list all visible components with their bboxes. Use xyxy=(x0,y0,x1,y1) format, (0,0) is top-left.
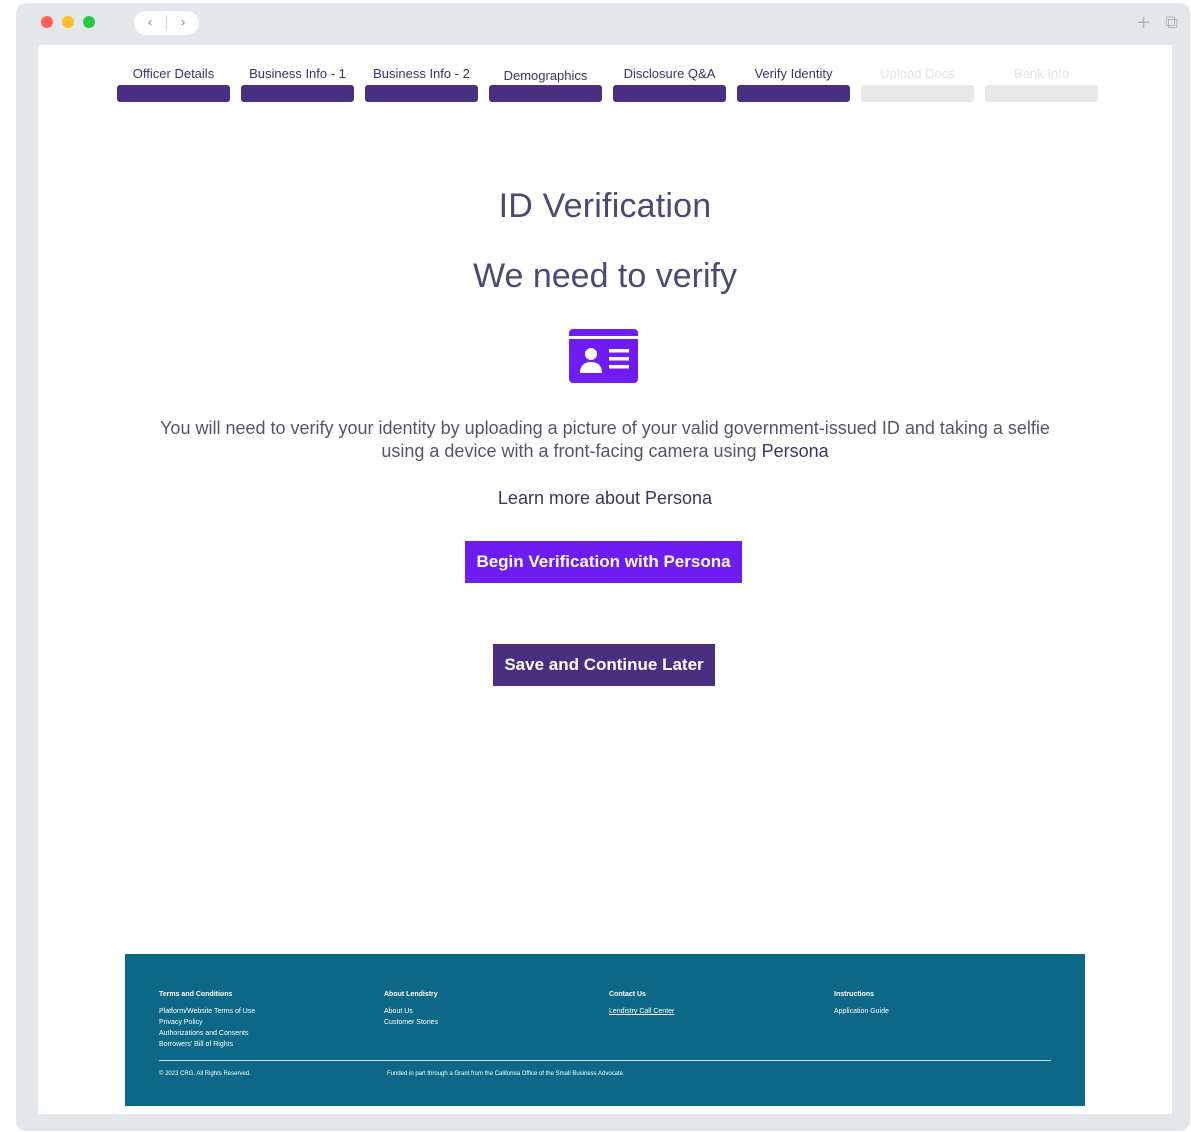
footer-link[interactable]: Privacy Policy xyxy=(159,1017,384,1028)
footer-link[interactable]: Platform/Website Terms of Use xyxy=(159,1006,384,1017)
learn-more-link[interactable]: Learn more about Persona xyxy=(38,488,1172,509)
footer-funding-note: Funded in part through a Grant from the … xyxy=(387,1071,625,1077)
step-business-info-1[interactable]: Business Info - 1 xyxy=(241,65,354,102)
page-subtitle: We need to verify xyxy=(473,257,737,295)
footer-link[interactable]: About Us xyxy=(384,1006,609,1017)
description-text: You will need to verify your identity by… xyxy=(160,418,1050,461)
footer-col-title: About Lendistry xyxy=(384,991,438,998)
new-tab-icon[interactable]: + xyxy=(1136,11,1151,35)
tab-overview-icon[interactable]: ⧉ xyxy=(1165,11,1178,35)
footer-divider xyxy=(159,1060,1051,1061)
step-bar xyxy=(861,85,974,102)
footer-col-instructions: Instructions Application Guide xyxy=(834,989,1059,1050)
footer-col-title: Instructions xyxy=(834,991,875,998)
step-bar xyxy=(241,85,354,102)
footer-col-about: About Lendistry About Us Customer Storie… xyxy=(384,989,609,1050)
footer-link[interactable]: Authorizations and Consents xyxy=(159,1028,384,1039)
minimize-window-button[interactable] xyxy=(62,16,74,28)
step-bar xyxy=(737,85,850,102)
step-label: Upload Docs xyxy=(880,66,955,81)
footer-col-title: Contact Us xyxy=(609,991,646,998)
step-bar xyxy=(985,85,1098,102)
site-footer: Terms and Conditions Platform/Website Te… xyxy=(125,954,1085,1106)
verification-description: You will need to verify your identity by… xyxy=(148,417,1062,463)
footer-link[interactable]: Application Guide xyxy=(834,1006,1059,1017)
footer-columns: Terms and Conditions Platform/Website Te… xyxy=(159,989,1059,1050)
step-verify-identity[interactable]: Verify Identity xyxy=(737,65,850,102)
step-label: Bank Info xyxy=(1014,66,1069,81)
step-label: Business Info - 1 xyxy=(249,66,346,81)
step-upload-docs[interactable]: Upload Docs xyxy=(861,65,974,102)
footer-col-contact: Contact Us Lendistry Call Center xyxy=(609,989,834,1050)
save-continue-later-button[interactable]: Save and Continue Later xyxy=(493,644,715,686)
title-bar: ‹ › + ⧉ xyxy=(16,3,1190,45)
step-label: Officer Details xyxy=(132,66,215,81)
step-bar xyxy=(365,85,478,102)
step-bar xyxy=(117,85,230,102)
step-demographics[interactable]: Demographics xyxy=(489,65,602,102)
step-disclosure-qa[interactable]: Disclosure Q&A xyxy=(613,65,726,102)
step-label: Disclosure Q&A xyxy=(623,66,716,81)
footer-col-terms: Terms and Conditions Platform/Website Te… xyxy=(159,989,384,1050)
page-content: Officer Details Business Info - 1 Busine… xyxy=(38,45,1172,1114)
page-title: ID Verification xyxy=(498,187,712,225)
id-card-icon xyxy=(569,329,638,383)
step-bar xyxy=(613,85,726,102)
step-bar xyxy=(489,85,602,102)
step-bank-info[interactable]: Bank Info xyxy=(985,65,1098,102)
step-business-info-2[interactable]: Business Info - 2 xyxy=(365,65,478,102)
step-label: Verify Identity xyxy=(754,66,833,81)
step-label: Business Info - 2 xyxy=(373,66,470,81)
history-nav: ‹ › xyxy=(134,11,199,35)
begin-verification-button[interactable]: Begin Verification with Persona xyxy=(465,541,742,583)
progress-steps: Officer Details Business Info - 1 Busine… xyxy=(117,65,1098,102)
window-actions: + ⧉ xyxy=(1136,11,1178,35)
footer-copyright: © 2023 CRG. All Rights Reserved. xyxy=(159,1071,251,1077)
footer-link[interactable]: Borrowers' Bill of Rights xyxy=(159,1039,384,1050)
step-label: Demographics xyxy=(503,68,588,83)
back-icon[interactable]: ‹ xyxy=(134,11,166,35)
forward-icon[interactable]: › xyxy=(167,11,199,35)
footer-col-title: Terms and Conditions xyxy=(159,991,233,998)
footer-link[interactable]: Customer Stories xyxy=(384,1017,609,1028)
close-window-button[interactable] xyxy=(41,16,53,28)
footer-link[interactable]: Lendistry Call Center xyxy=(609,1006,834,1017)
browser-window: ‹ › + ⧉ Officer Details Business Info - … xyxy=(16,3,1190,1131)
step-officer-details[interactable]: Officer Details xyxy=(117,65,230,102)
persona-link[interactable]: Persona xyxy=(762,441,829,461)
maximize-window-button[interactable] xyxy=(83,16,95,28)
